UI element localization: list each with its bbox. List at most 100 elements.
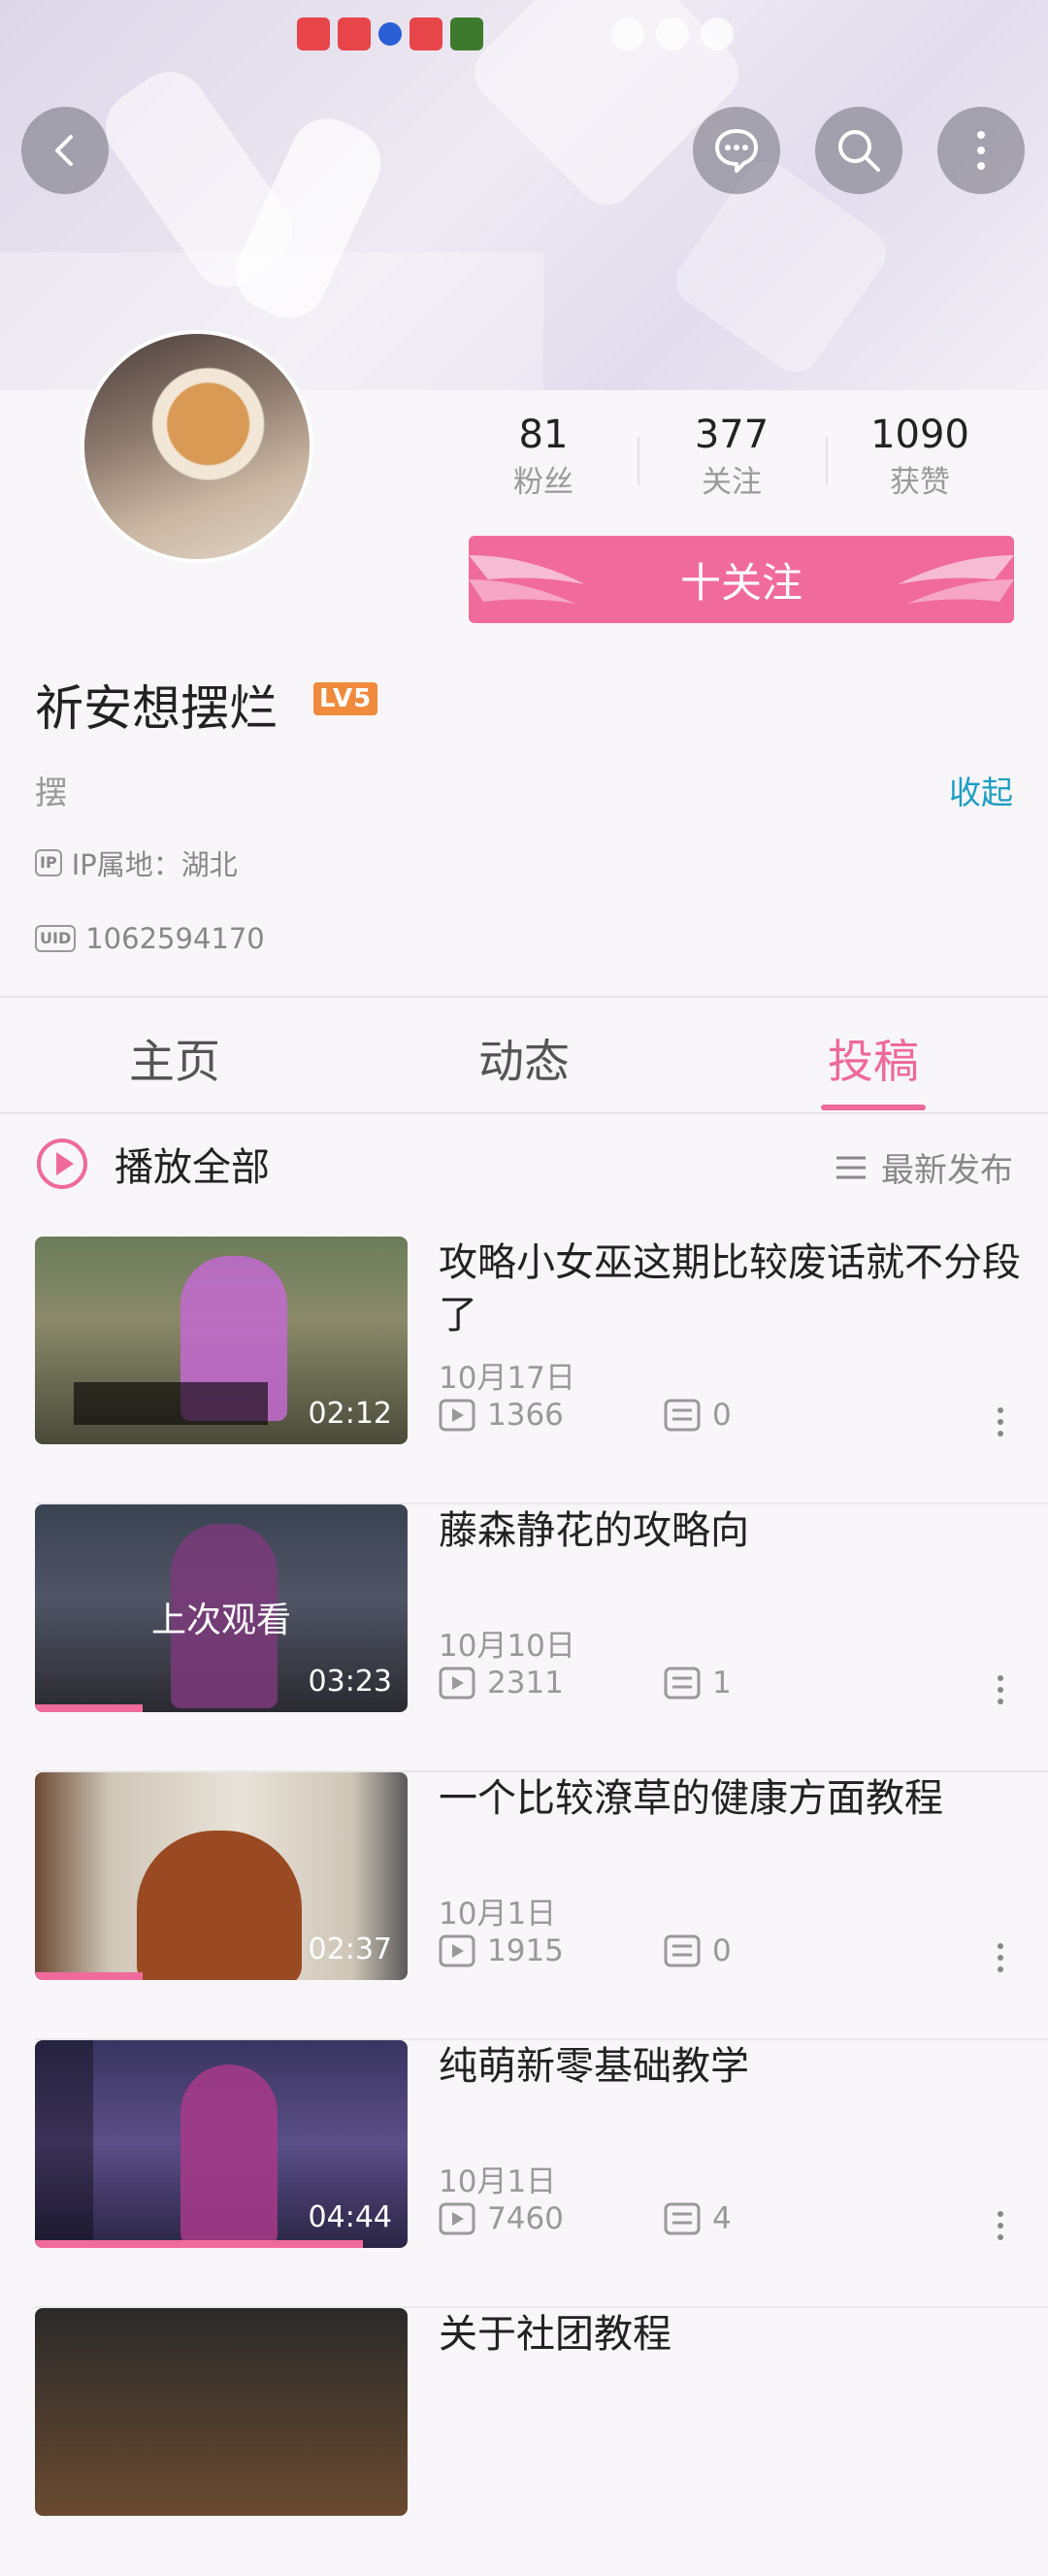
notification-icon — [378, 22, 402, 46]
level-badge: LV5 — [313, 682, 378, 715]
video-thumbnail[interactable]: 02:37 — [35, 1772, 408, 1980]
back-button[interactable] — [21, 107, 109, 194]
status-icon — [701, 17, 734, 50]
video-item[interactable]: 02:37 一个比较潦草的健康方面教程 10月1日 1915 0 — [0, 1772, 1048, 2040]
avatar[interactable] — [81, 330, 313, 563]
section-divider — [0, 996, 1048, 998]
tab-dynamics[interactable]: 动态 — [478, 1024, 570, 1091]
uid-icon: UID — [35, 925, 77, 952]
thumbnail-character — [180, 2064, 278, 2244]
video-stats: 1915 0 — [439, 1933, 889, 1968]
video-thumbnail[interactable] — [35, 2308, 408, 2516]
play-count-icon — [439, 1934, 475, 1967]
follow-label: 十关注 — [679, 558, 802, 607]
uid-text: 1062594170 — [85, 922, 265, 955]
stat-label: 粉丝 — [513, 465, 573, 500]
sort-label: 最新发布 — [881, 1151, 1013, 1190]
status-icon — [611, 17, 644, 50]
tab-home[interactable]: 主页 — [129, 1024, 220, 1091]
more-options-button[interactable] — [937, 107, 1025, 194]
stat-label: 获赞 — [890, 465, 950, 500]
search-icon — [838, 130, 880, 172]
video-thumbnail[interactable]: 02:12 — [35, 1237, 408, 1444]
comment-icon — [664, 1934, 701, 1967]
comment-icon — [664, 1399, 701, 1432]
view-count: 2311 — [439, 1666, 664, 1701]
comment-count-text: 0 — [712, 1933, 732, 1968]
comment-icon — [664, 1667, 701, 1700]
thumbnail-character — [137, 1831, 302, 1980]
view-count-text: 7460 — [487, 2201, 564, 2236]
comment-icon — [664, 2202, 701, 2235]
stat-likes[interactable]: 1090 获赞 — [852, 415, 988, 498]
video-date: 10月1日 — [439, 1897, 557, 1932]
video-title[interactable]: 攻略小女巫这期比较废话就不分段了 — [439, 1237, 1021, 1341]
play-count-icon — [439, 2202, 475, 2235]
thumbnail-sidebar — [35, 2040, 93, 2248]
status-bar-notifications — [297, 17, 483, 50]
video-more-button[interactable] — [996, 1943, 1005, 1978]
video-title[interactable]: 一个比较潦草的健康方面教程 — [439, 1772, 1021, 1825]
watch-progress-bar — [35, 2240, 363, 2248]
video-item[interactable]: 02:12 攻略小女巫这期比较废话就不分段了 10月17日 1366 0 — [0, 1237, 1048, 1504]
view-count-text: 2311 — [487, 1666, 564, 1701]
ip-icon: IP — [35, 849, 62, 876]
video-item[interactable]: 关于社团教程 — [0, 2308, 1048, 2576]
view-count-text: 1915 — [487, 1933, 564, 1968]
stat-value: 377 — [694, 413, 770, 457]
video-more-button[interactable] — [996, 2211, 1005, 2246]
stat-following[interactable]: 377 关注 — [664, 415, 800, 498]
status-icon — [656, 17, 689, 50]
tabs-divider — [0, 1112, 1048, 1114]
video-duration: 02:37 — [308, 1932, 392, 1966]
chat-bubble-icon — [715, 129, 758, 173]
watch-progress-bar — [35, 1972, 144, 1980]
video-title[interactable]: 关于社团教程 — [439, 2308, 1021, 2361]
video-item[interactable]: 上次观看 03:23 藤森静花的攻略向 10月10日 2311 1 — [0, 1504, 1048, 1772]
sort-button[interactable]: 最新发布 — [835, 1143, 1013, 1191]
tab-uploads[interactable]: 投稿 — [828, 1024, 919, 1091]
video-date: 10月17日 — [439, 1361, 575, 1396]
comment-count: 0 — [664, 1933, 889, 1968]
search-button[interactable] — [815, 107, 902, 194]
ip-location-text: IP属地：湖北 — [71, 848, 238, 881]
video-duration: 03:23 — [308, 1665, 392, 1699]
video-item[interactable]: 04:44 纯萌新零基础教学 10月1日 7460 4 — [0, 2040, 1048, 2308]
video-stats: 1366 0 — [439, 1398, 889, 1433]
chevron-left-icon — [55, 135, 73, 166]
comment-count: 1 — [664, 1666, 889, 1701]
collapse-link[interactable]: 收起 — [949, 767, 1013, 813]
comment-count: 4 — [664, 2201, 889, 2236]
active-tab-indicator — [821, 1105, 926, 1110]
video-thumbnail[interactable]: 上次观看 03:23 — [35, 1504, 408, 1712]
notification-icon — [297, 17, 330, 50]
comment-count-text: 1 — [712, 1666, 732, 1701]
uid-row: UID 1062594170 — [35, 922, 265, 955]
last-watched-label: 上次观看 — [150, 1601, 291, 1640]
thumbnail-dialog — [74, 1382, 268, 1425]
watch-progress-bar — [35, 1704, 144, 1712]
video-more-button[interactable] — [996, 1407, 1005, 1442]
play-all-button[interactable]: 播放全部 — [35, 1136, 270, 1192]
menu-lines-icon — [836, 1156, 866, 1178]
stat-divider — [826, 437, 828, 485]
play-all-label: 播放全部 — [115, 1145, 270, 1190]
message-button[interactable] — [693, 107, 780, 194]
follow-button[interactable]: 十关注 — [469, 536, 1014, 623]
video-title[interactable]: 纯萌新零基础教学 — [439, 2040, 1021, 2093]
more-vertical-icon — [977, 131, 985, 170]
video-more-button[interactable] — [996, 1675, 1005, 1710]
bio-text: 摆 — [35, 774, 67, 811]
video-title[interactable]: 藤森静花的攻略向 — [439, 1504, 1021, 1557]
video-thumbnail[interactable]: 04:44 — [35, 2040, 408, 2248]
status-bar-system — [611, 17, 734, 50]
comment-count-text: 0 — [712, 1398, 732, 1433]
notification-icon — [409, 17, 442, 50]
video-duration: 02:12 — [308, 1397, 392, 1431]
stat-followers[interactable]: 81 粉丝 — [475, 415, 611, 498]
play-count-icon — [439, 1667, 475, 1700]
stat-value: 81 — [518, 413, 569, 457]
stat-value: 1090 — [870, 413, 969, 457]
play-circle-icon — [37, 1139, 87, 1189]
stat-divider — [638, 437, 639, 485]
